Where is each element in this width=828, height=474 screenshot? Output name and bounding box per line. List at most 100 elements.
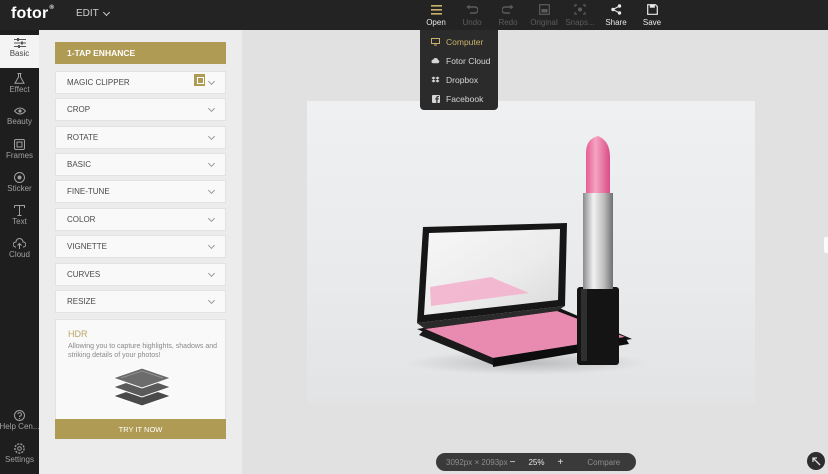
main-toolbar: Open Undo Redo Original Snaps... Share S… [418, 3, 670, 29]
image-dimensions: 3092px × 2093px [446, 457, 508, 467]
sticker-icon [14, 172, 25, 183]
section-color[interactable]: COLOR [55, 208, 226, 231]
original-label: Original [530, 18, 558, 27]
fotor-logo[interactable]: fotor® [11, 5, 54, 23]
undo-button[interactable]: Undo [454, 3, 490, 29]
save-label: Save [642, 18, 662, 27]
expand-arrow-icon [811, 456, 820, 465]
chevron-down-icon [207, 269, 216, 278]
one-tap-enhance-button[interactable]: 1-TAP ENHANCE [55, 42, 226, 64]
text-icon [14, 205, 25, 216]
dropbox-icon [431, 76, 440, 84]
settings-icon [14, 443, 25, 454]
basic-panel: 1-TAP ENHANCE MAGIC CLIPPER CROP ROTATE … [39, 30, 242, 474]
lipstick-compact-photo [407, 136, 647, 375]
section-label: CROP [67, 105, 91, 114]
share-icon [610, 3, 622, 16]
rail-item-text[interactable]: Text [0, 202, 39, 235]
section-label: COLOR [67, 215, 96, 224]
side-panel-toggle[interactable] [824, 237, 828, 253]
chevron-down-icon [207, 296, 216, 305]
hdr-title: HDR [68, 329, 88, 339]
save-button[interactable]: Save [634, 3, 670, 29]
rail-item-sticker[interactable]: Sticker [0, 169, 39, 202]
section-fine-tune[interactable]: FINE-TUNE [55, 180, 226, 203]
chevron-down-icon [102, 8, 110, 16]
rail-label: Sticker [7, 184, 32, 193]
section-curves[interactable]: CURVES [55, 263, 226, 286]
open-from-computer[interactable]: Computer [420, 32, 498, 51]
section-label: FINE-TUNE [67, 187, 110, 196]
layers-icon [111, 367, 173, 407]
share-button[interactable]: Share [598, 3, 634, 29]
frame-icon [14, 139, 25, 150]
compare-button[interactable]: Compare [587, 458, 620, 467]
try-it-now-button[interactable]: TRY IT NOW [55, 419, 226, 439]
rail-item-basic[interactable]: Basic [0, 35, 39, 68]
redo-label: Redo [498, 18, 518, 27]
menu-item-label: Fotor Cloud [446, 55, 491, 66]
undo-label: Undo [462, 18, 482, 27]
chevron-down-icon [207, 77, 216, 86]
section-magic-clipper[interactable]: MAGIC CLIPPER [55, 71, 226, 94]
premium-badge-icon [194, 74, 205, 86]
rail-item-frames[interactable]: Frames [0, 136, 39, 169]
zoom-in-button[interactable]: + [557, 457, 563, 468]
original-button[interactable]: Original [526, 3, 562, 29]
status-bar: 3092px × 2093px − 25% + Compare [436, 453, 636, 471]
section-basic[interactable]: BASIC [55, 153, 226, 176]
undo-icon [466, 3, 478, 16]
menu-item-label: Computer [446, 36, 484, 47]
section-label: ROTATE [67, 133, 99, 142]
cloud-icon [431, 57, 440, 65]
rail-item-cloud[interactable]: Cloud [0, 235, 39, 268]
edit-mode-label: EDIT [76, 8, 99, 19]
edit-mode-dropdown[interactable]: EDIT [76, 8, 110, 19]
menu-item-label: Dropbox [446, 74, 479, 85]
rail-item-settings[interactable]: Settings [0, 440, 39, 473]
menu-item-label: Facebook [446, 93, 484, 104]
open-button[interactable]: Open [418, 3, 454, 29]
rail-label: Text [12, 217, 27, 226]
zoom-level: 25% [528, 457, 545, 467]
open-from-dropbox[interactable]: Dropbox [420, 70, 498, 89]
chevron-down-icon [207, 104, 216, 113]
snapshot-label: Snaps... [565, 18, 595, 27]
help-icon [14, 410, 25, 421]
rail-label: Settings [5, 455, 34, 464]
sliders-icon [13, 38, 26, 48]
section-label: BASIC [67, 160, 92, 169]
editor-canvas[interactable]: 3092px × 2093px − 25% + Compare [242, 30, 828, 474]
chevron-down-icon [207, 159, 216, 168]
rail-item-effect[interactable]: Effect [0, 70, 39, 103]
section-label: CURVES [67, 270, 101, 279]
monitor-icon [431, 37, 440, 46]
fullscreen-button[interactable] [807, 452, 825, 470]
rail-label: Beauty [7, 117, 32, 126]
chevron-down-icon [207, 186, 216, 195]
section-label: VIGNETTE [67, 242, 108, 251]
menu-icon [430, 3, 442, 16]
zoom-out-button[interactable]: − [510, 457, 516, 468]
photo-preview[interactable] [307, 101, 755, 403]
snapshot-button[interactable]: Snaps... [562, 3, 598, 29]
redo-button[interactable]: Redo [490, 3, 526, 29]
open-from-fotor-cloud[interactable]: Fotor Cloud [420, 51, 498, 70]
section-resize[interactable]: RESIZE [55, 290, 226, 313]
section-label: MAGIC CLIPPER [67, 78, 130, 87]
top-bar: fotor® EDIT Open Undo Redo Original Snap… [0, 0, 828, 30]
open-from-facebook[interactable]: Facebook [420, 89, 498, 108]
rail-label: Help Cen... [0, 422, 40, 431]
rail-item-help[interactable]: Help Cen... [0, 407, 40, 440]
section-label: RESIZE [67, 297, 96, 306]
flask-icon [14, 73, 25, 84]
chevron-down-icon [207, 214, 216, 223]
chevron-down-icon [207, 241, 216, 250]
redo-icon [502, 3, 514, 16]
save-icon [646, 3, 658, 16]
rail-item-beauty[interactable]: Beauty [0, 103, 39, 136]
rail-label: Cloud [9, 250, 30, 259]
section-vignette[interactable]: VIGNETTE [55, 235, 226, 258]
section-rotate[interactable]: ROTATE [55, 126, 226, 149]
section-crop[interactable]: CROP [55, 98, 226, 121]
